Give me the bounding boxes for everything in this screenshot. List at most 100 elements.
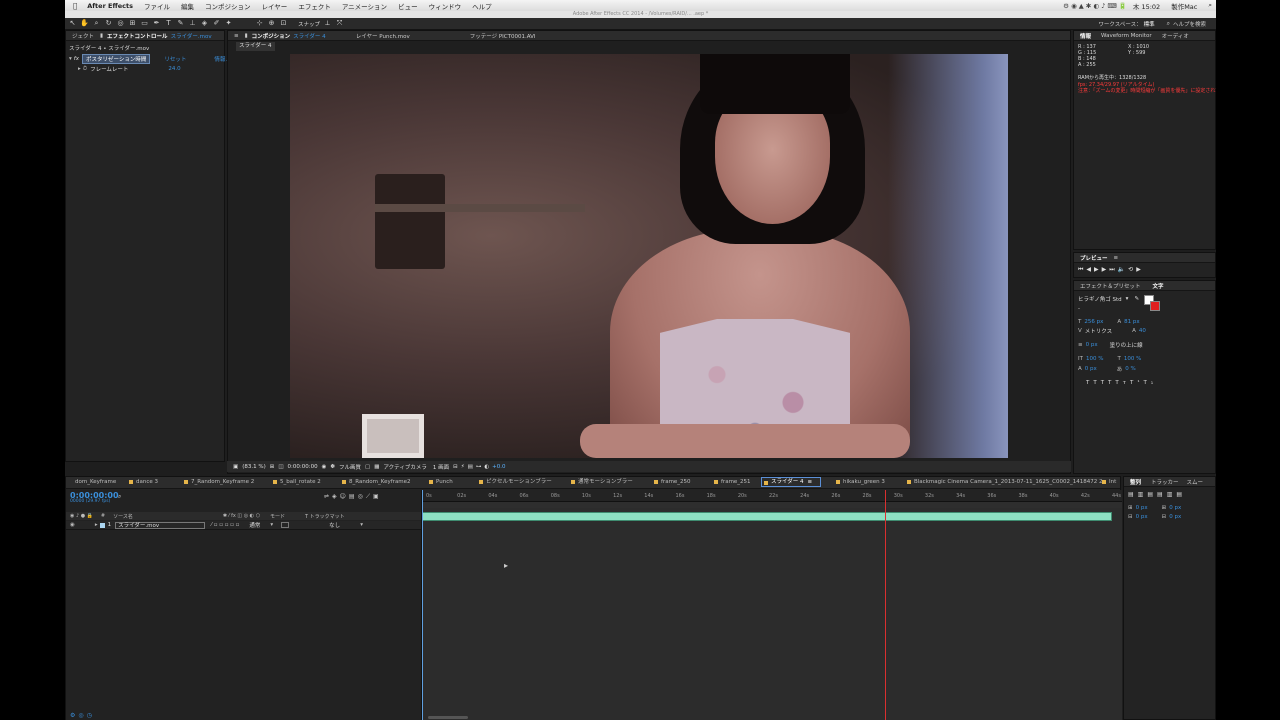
tab-footage[interactable]: フッテージ PICT0001.AVI — [470, 32, 536, 40]
horizontal-scale-value[interactable]: 100 % — [1124, 356, 1141, 362]
menu-item-app[interactable]: After Effects — [87, 2, 133, 10]
zoom-slider[interactable] — [428, 716, 468, 719]
small-caps-icon[interactable]: Tᴛ — [1115, 380, 1130, 386]
effect-name[interactable]: ポスタリゼーション時間 — [81, 54, 151, 64]
brainstorm-icon[interactable]: ▣ — [373, 493, 382, 500]
menu-item-edit[interactable]: 編集 — [181, 1, 194, 11]
channel-icon[interactable]: ✽ — [330, 464, 335, 470]
composition-frame[interactable] — [290, 54, 1008, 458]
param-value[interactable]: 24.0 — [168, 66, 180, 72]
tab-effects-presets[interactable]: エフェクト＆プリセット — [1080, 282, 1141, 290]
mask-visibility-icon[interactable]: ◫ — [278, 464, 283, 470]
camera-select[interactable]: アクティブカメラ — [383, 463, 426, 471]
align-value-4[interactable]: 0 px — [1169, 514, 1181, 520]
axis-world-icon[interactable]: ⊕ — [267, 19, 276, 28]
stroke-type-select[interactable]: 塗りの上に線 — [1110, 341, 1143, 349]
current-time-field[interactable]: 0:00:00:00 — [288, 464, 318, 470]
snap-icon-2[interactable]: ⤧ — [335, 19, 344, 28]
all-caps-icon[interactable]: TT — [1101, 380, 1116, 386]
prev-frame-icon[interactable]: ◀ — [1086, 266, 1094, 273]
timeline-search-icon[interactable]: ⌕ — [118, 493, 121, 501]
puppet-tool-icon[interactable]: ✦ — [224, 19, 233, 28]
work-area-bar[interactable] — [422, 502, 1122, 508]
audio-icon[interactable]: 🔈 — [1118, 266, 1128, 273]
motion-blur-icon[interactable]: ◎ — [358, 493, 366, 500]
zoom-tool-icon[interactable]: ⌕ — [92, 19, 101, 28]
vertical-scale-value[interactable]: 100 % — [1086, 356, 1103, 362]
tab-waveform[interactable]: Waveform Monitor — [1101, 33, 1152, 39]
frame-blending-icon[interactable]: ▤ — [349, 493, 358, 500]
layer-label-color[interactable] — [99, 522, 105, 528]
align-right-icon[interactable]: ▤ — [1147, 491, 1157, 498]
loop-icon[interactable]: ⟲ — [1128, 266, 1136, 273]
menu-item-composition[interactable]: コンポジション — [205, 1, 251, 11]
axis-local-icon[interactable]: ⊹ — [255, 19, 264, 28]
column-source-name[interactable]: ソース名 — [113, 513, 133, 520]
mode-dropdown-icon[interactable]: ▾ — [270, 522, 273, 528]
help-search-input[interactable]: ヘルプを検索 — [1173, 20, 1206, 28]
tracking-value[interactable]: 40 — [1139, 328, 1146, 334]
composition-mini-flowchart-icon[interactable]: ⇌ — [324, 493, 332, 500]
trkmat-select[interactable]: なし — [329, 521, 340, 529]
align-top-icon[interactable]: ▤ — [1157, 491, 1167, 498]
stroke-color-swatch[interactable] — [1150, 301, 1160, 311]
region-of-interest-icon[interactable]: ▢ — [365, 464, 370, 470]
baseline-shift-value[interactable]: 0 px — [1085, 366, 1097, 372]
tab-comp-frame-251[interactable]: frame_251 — [712, 477, 751, 487]
tab-close-icon[interactable]: ≡ — [808, 479, 813, 485]
tab-comp-slider-4[interactable]: スライダー 4 ≡ — [761, 477, 821, 487]
font-size-value[interactable]: 256 px — [1084, 319, 1103, 325]
play-icon[interactable]: ▶ — [1094, 266, 1102, 273]
eraser-tool-icon[interactable]: ◈ — [200, 19, 209, 28]
leading-value[interactable]: 81 px — [1124, 319, 1140, 325]
snapshot-icon[interactable]: ◉ — [322, 464, 327, 470]
shy-icon[interactable]: ☺ — [340, 493, 349, 500]
expand-triangle-icon[interactable]: ▾ — [69, 56, 72, 62]
fast-previews-icon[interactable]: ⚡ — [461, 464, 465, 470]
layer-name[interactable]: スライダー.mov — [115, 521, 206, 529]
time-ruler[interactable]: 0s 02s 04s 06s 08s 10s 12s 14s 16s 18s 20s 22s 24s 26… — [422, 490, 1122, 502]
preserve-transparency-checkbox[interactable] — [281, 522, 290, 528]
align-vcenter-icon[interactable]: ▥ — [1167, 491, 1177, 498]
menubar-user[interactable]: 製作Mac — [1171, 1, 1197, 11]
pan-behind-tool-icon[interactable]: ⊞ — [128, 19, 137, 28]
menu-item-window[interactable]: ウィンドウ — [429, 1, 462, 11]
font-dropdown-icon[interactable]: ▾ — [1126, 296, 1129, 302]
pen-tool-icon[interactable]: ✒ — [152, 19, 161, 28]
menu-item-view[interactable]: ビュー — [398, 1, 418, 11]
align-left-icon[interactable]: ▤ — [1128, 491, 1138, 498]
tab-character[interactable]: 文字 — [1153, 282, 1164, 290]
stroke-width-value[interactable]: 0 px — [1086, 342, 1098, 348]
views-select[interactable]: 1 画面 — [433, 463, 449, 471]
apple-menu-icon[interactable]:  — [73, 2, 77, 10]
toggle-in-out-icon[interactable]: ◷ — [87, 712, 95, 719]
param-expand-icon[interactable]: ▸ — [78, 66, 81, 72]
tab-comp-blackmagic[interactable]: Blackmagic Cinema Camera_1_2013-07-11_16… — [905, 477, 1103, 487]
align-bottom-icon[interactable]: ▤ — [1176, 491, 1186, 498]
align-value-3[interactable]: 0 px — [1136, 514, 1148, 520]
layer-switches[interactable]: ⁄ ▫ ▫ ▫ ▫ ▫ — [211, 522, 239, 528]
transparency-grid-icon[interactable]: ▦ — [374, 464, 379, 470]
tab-info[interactable]: 情報 — [1080, 32, 1091, 40]
tab-comp-random-keyframe[interactable]: dom_Keyframe — [66, 477, 116, 487]
superscript-icon[interactable]: T¹ — [1130, 380, 1144, 386]
type-tool-icon[interactable]: T — [164, 19, 173, 28]
tab-comp-frame-250[interactable]: frame_250 — [652, 477, 691, 487]
current-time-indicator[interactable] — [422, 490, 423, 720]
ram-preview-icon[interactable]: ▶ — [1136, 266, 1144, 273]
tab-tracker[interactable]: トラッカー — [1151, 478, 1179, 486]
align-value-2[interactable]: 0 px — [1169, 505, 1181, 511]
effect-reset-link[interactable]: リセット — [164, 55, 186, 63]
eyedropper-icon[interactable]: ✎ — [1134, 296, 1139, 302]
tab-comp-8-random-keyframe2[interactable]: 8_Random_Keyframe2 — [340, 477, 411, 487]
align-value-1[interactable]: 0 px — [1136, 505, 1148, 511]
layer-mode-select[interactable]: 通常 — [249, 521, 260, 529]
menu-item-layer[interactable]: レイヤー — [262, 1, 288, 11]
layer-expand-icon[interactable]: ▸ — [95, 522, 98, 528]
toggle-modes-icon[interactable]: ◎ — [78, 712, 86, 719]
brush-tool-icon[interactable]: ✎ — [176, 19, 185, 28]
tab-comp-int[interactable]: Int — [1100, 477, 1116, 487]
timeline-icon[interactable]: ▤ — [468, 464, 473, 470]
menu-item-file[interactable]: ファイル — [144, 1, 170, 11]
tab-align[interactable]: 整列 — [1130, 478, 1141, 486]
